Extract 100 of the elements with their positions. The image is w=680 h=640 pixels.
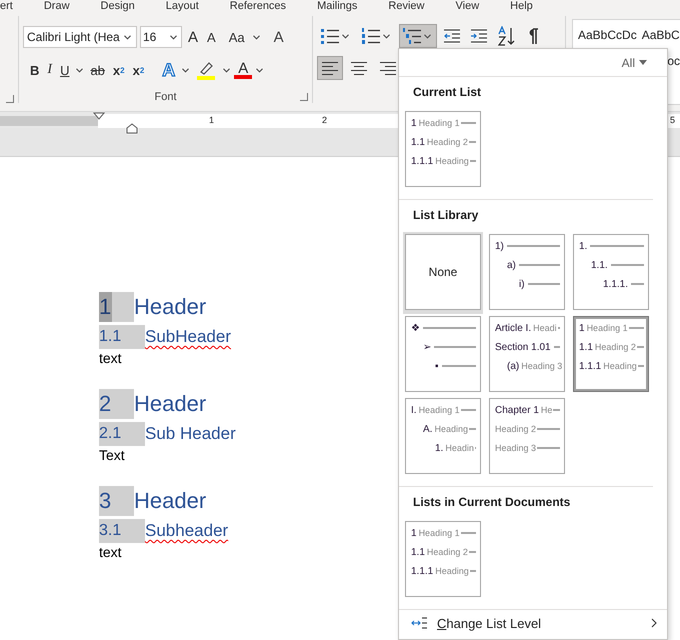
italic-button[interactable]: I <box>44 59 56 81</box>
list-number: 1. <box>435 442 444 454</box>
list-style-option[interactable]: Chapter 1 He Heading 2 Heading 3 <box>489 398 565 474</box>
caret-icon <box>76 68 84 72</box>
change-level-icon <box>411 617 427 629</box>
heading-text: Heading <box>434 424 468 434</box>
heading-text: Heading 1 <box>418 528 460 538</box>
ruler-number: 2 <box>322 114 328 127</box>
list-number: Chapter 1 <box>495 404 539 416</box>
ruler-number: 1 <box>209 114 214 127</box>
change-case-button[interactable]: Aa <box>226 26 248 48</box>
heading-number: 3 <box>99 486 134 516</box>
heading-text: Heading 3 <box>495 443 536 453</box>
increase-indent-icon <box>471 29 487 43</box>
ribbon-tab[interactable]: Design <box>100 0 135 13</box>
ribbon-tab[interactable]: ert <box>0 0 13 13</box>
list-style-option[interactable]: Article I. Headi Section 1.01 (a) Heading 3 <box>489 316 565 392</box>
section-title: Lists in Current Documents <box>412 495 572 509</box>
list-number: 1.1. <box>591 260 608 270</box>
bold-button[interactable]: B <box>27 59 42 81</box>
clear-formatting-button[interactable]: A <box>270 26 287 48</box>
heading-text: Heading <box>435 566 469 576</box>
underline-button[interactable]: U <box>57 59 72 81</box>
list-number: ▪ <box>435 360 439 372</box>
list-number: Article I. <box>495 322 532 334</box>
heading-number: 2 <box>99 389 134 419</box>
ribbon-tab[interactable]: Review <box>388 0 424 13</box>
pilcrow-icon <box>527 28 539 44</box>
ribbon-tab[interactable]: References <box>230 0 286 13</box>
align-left-button[interactable] <box>317 56 343 80</box>
list-style-option[interactable]: 1 Heading 1 1.1 Heading 2 1.1.1 Heading <box>573 316 649 392</box>
text-line <box>610 264 644 266</box>
dialog-launcher-icon[interactable] <box>300 93 308 101</box>
ribbon-tab[interactable]: Layout <box>166 0 199 13</box>
list-number: 1.1 <box>411 136 425 148</box>
text-line <box>628 327 644 329</box>
filter-dropdown[interactable]: All <box>616 54 653 70</box>
caret-icon <box>383 34 390 38</box>
body-text: text <box>99 349 122 367</box>
list-style-option[interactable]: 1 Heading 1 1.1 Heading 2 1.1.1 Heading <box>405 521 481 597</box>
heading-text: Heading 2 <box>426 137 468 147</box>
list-number: i) <box>519 278 525 290</box>
list-number: ➢ <box>423 342 432 352</box>
caret-icon <box>424 34 431 38</box>
strikethrough-button[interactable]: ab <box>87 59 108 81</box>
heading-number: 1 <box>99 292 134 322</box>
text-line <box>537 447 560 449</box>
text-line <box>460 409 476 411</box>
align-center-icon <box>351 62 367 74</box>
subheading-text: Sub Header <box>145 424 236 444</box>
ribbon-tab[interactable]: View <box>456 0 480 13</box>
heading-text: Header <box>134 488 206 514</box>
heading-text: Heading 2 <box>495 424 536 434</box>
text-line <box>506 245 560 247</box>
caret-icon <box>182 68 190 72</box>
list-number: a) <box>507 260 516 270</box>
text-line <box>460 122 476 124</box>
style-name: oc <box>667 54 680 68</box>
list-style-option[interactable]: None <box>405 234 481 310</box>
list-style-option[interactable]: 1 Heading 1 1.1 Heading 2 1.1.1 Heading <box>405 111 481 187</box>
text-line <box>434 346 476 348</box>
align-left-icon <box>322 62 338 74</box>
heading-text: Heading 1 <box>418 118 460 128</box>
text-line <box>537 428 560 430</box>
font-size-field[interactable]: 16 <box>140 26 182 48</box>
text-line <box>590 245 644 247</box>
multilevel-list-button[interactable] <box>399 24 437 48</box>
list-style-option[interactable]: 1. 1.1. 1.1.1. <box>573 234 649 310</box>
grow-font-button[interactable]: A <box>185 26 202 48</box>
caret-icon <box>639 60 647 65</box>
subheading-text: Subheader <box>145 521 228 541</box>
list-style-option[interactable]: I. Heading 1 A. Heading 1. Headin <box>405 398 481 474</box>
shrink-font-button[interactable]: A <box>204 26 219 48</box>
list-number: 1 <box>411 118 417 128</box>
heading-text: Heading <box>435 156 469 166</box>
list-style-option[interactable]: 1) a) i) <box>489 234 565 310</box>
list-number: 1.1.1 <box>411 156 434 166</box>
ribbon-tab[interactable]: Draw <box>44 0 70 13</box>
style-sample[interactable]: AaBbCcDc <box>578 28 637 42</box>
heading-text: Headin <box>445 443 474 453</box>
chevron-right-icon <box>651 618 657 628</box>
change-list-level-item[interactable]: Change List Level <box>399 610 667 636</box>
multilevel-list-icon <box>403 28 421 44</box>
ribbon-tab[interactable]: Mailings <box>317 0 358 13</box>
list-number: 1. <box>579 240 588 252</box>
superscript-button[interactable]: x$^{2}$ <box>130 59 148 81</box>
style-sample[interactable]: AaBbC <box>642 28 680 42</box>
menu-item-label: Change List Level <box>437 616 542 630</box>
list-style-option[interactable]: ❖ ➢ ▪ <box>405 316 481 392</box>
list-number: 1 <box>411 528 417 538</box>
ruler-number: 5 <box>670 114 675 127</box>
ribbon-tab[interactable]: Help <box>510 0 533 13</box>
font-color-button[interactable]: A <box>234 61 252 79</box>
list-number: 1.1.1. <box>603 278 628 290</box>
caret-icon <box>252 34 260 40</box>
list-number: 1) <box>495 240 504 252</box>
font-name-field[interactable]: Calibri Light (Hea <box>23 26 137 48</box>
sort-icon <box>498 26 516 46</box>
dialog-launcher-icon[interactable] <box>6 95 14 103</box>
list-number: 1.1.1 <box>579 360 602 372</box>
